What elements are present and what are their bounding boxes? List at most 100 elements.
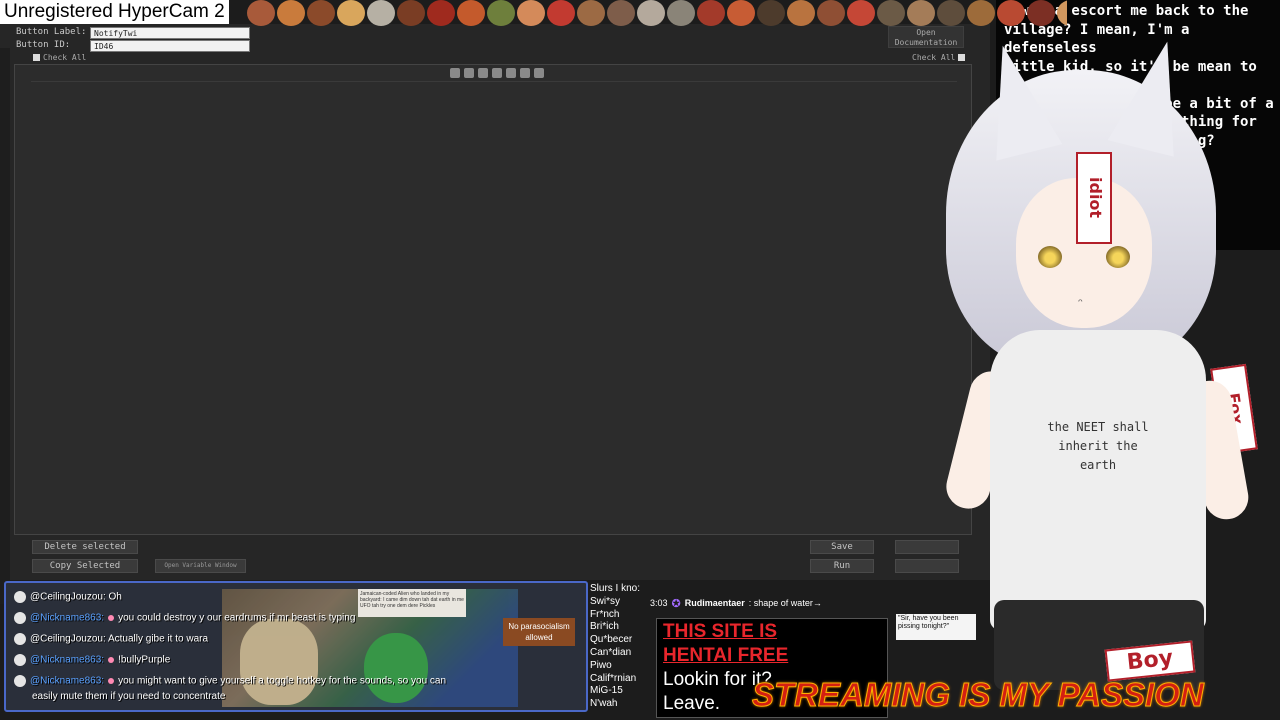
- delete-selected-button[interactable]: Delete selected: [32, 540, 138, 554]
- food-thumbnail: [727, 0, 755, 26]
- button-canvas[interactable]: [14, 64, 972, 535]
- meme-quote: "Sir, have you been pissing tonight?": [896, 614, 976, 640]
- check-all-left[interactable]: Check All: [33, 53, 86, 62]
- food-thumbnail: [847, 0, 875, 26]
- save-button[interactable]: Save: [810, 540, 874, 554]
- copy-selected-button[interactable]: Copy Selected: [32, 559, 138, 573]
- ad-line-2: HENTAI FREE: [663, 645, 789, 666]
- food-thumbnail: [1057, 0, 1067, 26]
- chat-username: @Nickname863:: [30, 654, 105, 666]
- food-thumbnail: [787, 0, 815, 26]
- food-thumbnail: [757, 0, 785, 26]
- ad-line-1: THIS SITE IS: [663, 621, 778, 642]
- food-thumbnail: [397, 0, 425, 26]
- chat-text: Actually gibe it to wara: [107, 633, 209, 645]
- food-thumbnail: [277, 0, 305, 26]
- idiot-tag: idiot: [1076, 152, 1112, 244]
- food-thumbnail: [637, 0, 665, 26]
- open-variable-window-button[interactable]: Open Variable Window: [155, 559, 246, 573]
- add-icon[interactable]: [492, 68, 502, 78]
- badge-icon: [108, 614, 115, 621]
- alert-time: 3:03: [650, 598, 668, 608]
- run-button[interactable]: Run: [810, 559, 874, 573]
- streaming-passion-banner: STREAMING IS MY PASSION: [752, 676, 1205, 714]
- chat-message: @Nickname863: !bullyPurple: [14, 654, 170, 666]
- food-thumbnail: [337, 0, 365, 26]
- slurs-list: Slurs I kno: Swi*sy Fr*nch Bri*ich Qu*be…: [590, 583, 641, 710]
- button-id-field[interactable]: ID46: [90, 40, 250, 52]
- food-thumbnail: [577, 0, 605, 26]
- chat-text: Oh: [108, 591, 122, 603]
- check-all-left-label: Check All: [43, 53, 87, 62]
- alert-text: : shape of water→: [748, 598, 822, 608]
- pin-icon[interactable]: [534, 68, 544, 78]
- check-all-left-checkbox[interactable]: [33, 54, 40, 61]
- dog-image: [240, 619, 318, 705]
- food-thumbnail: [907, 0, 935, 26]
- vtuber-shirt: the NEET shall inherit the earth: [990, 330, 1206, 630]
- badge-icon: [108, 656, 115, 663]
- canvas-toolbar: [450, 68, 544, 78]
- food-thumbnail: [697, 0, 725, 26]
- follow-alert: 3:03 ✪ Rudimaentaer : shape of water→: [650, 595, 860, 611]
- food-thumbnail: [247, 0, 275, 26]
- food-thumbnail: [427, 0, 455, 26]
- food-thumbnail: [457, 0, 485, 26]
- chat-text: you could destroy y our eardrums if mr b…: [118, 612, 356, 624]
- food-thumbnail: [547, 0, 575, 26]
- food-thumbnail: [1027, 0, 1055, 26]
- chat-text: you might want to give yourself a toggle…: [118, 675, 447, 687]
- food-thumbnail: [877, 0, 905, 26]
- avatar: [14, 612, 26, 624]
- food-thumbnail: [817, 0, 845, 26]
- macro-editor-window: Button Label: NotifyTwi Button ID: ID46 …: [0, 24, 990, 604]
- food-thumbnail: [667, 0, 695, 26]
- window-icon[interactable]: [520, 68, 530, 78]
- grid-icon[interactable]: [506, 68, 516, 78]
- avatar: [14, 675, 26, 687]
- hypercam-watermark: Unregistered HyperCam 2: [0, 0, 229, 24]
- food-thumbnail: [367, 0, 395, 26]
- alien-image: [364, 633, 428, 703]
- avatar: [14, 633, 26, 645]
- food-thumbnail: [307, 0, 335, 26]
- chat-message: @Nickname863: you might want to give your…: [14, 675, 446, 687]
- chat-message: @Nickname863: you could destroy y our ear…: [14, 612, 355, 624]
- refresh-icon[interactable]: [464, 68, 474, 78]
- chat-username: @Nickname863:: [30, 612, 105, 624]
- button-label-field[interactable]: NotifyTwi: [90, 27, 250, 39]
- pause-icon[interactable]: [450, 68, 460, 78]
- chat-overlay: Jamaican-coded Alien who landed in my ba…: [4, 581, 588, 712]
- button-id-caption: Button ID:: [16, 40, 71, 50]
- left-eye: [1038, 246, 1062, 268]
- chat-username: @CeilingJouzou:: [30, 633, 106, 645]
- food-thumbnail: [487, 0, 515, 26]
- ad-line-4: Leave.: [663, 693, 721, 714]
- no-parasocialism-badge: No parasocialism allowed: [503, 618, 575, 646]
- camera-icon[interactable]: [478, 68, 488, 78]
- chat-text: !bullyPurple: [118, 654, 171, 666]
- avatar: [14, 591, 26, 603]
- editor-left-margin: [0, 48, 10, 604]
- chat-message: @CeilingJouzou: Oh: [14, 591, 122, 603]
- canvas-grid-area: [31, 81, 957, 521]
- shirt-text: the NEET shall inherit the earth: [1047, 420, 1149, 472]
- alien-note: Jamaican-coded Alien who landed in my ba…: [358, 589, 466, 617]
- avatar: [14, 654, 26, 666]
- food-thumbnail: [997, 0, 1025, 26]
- button-label-caption: Button Label:: [16, 27, 87, 37]
- chat-username: @CeilingJouzou:: [30, 591, 106, 603]
- badge-icon: [108, 677, 115, 684]
- alert-name: Rudimaentaer: [684, 598, 745, 608]
- chat-username: @Nickname863:: [30, 675, 105, 687]
- food-thumbnail: [517, 0, 545, 26]
- chat-message-continuation: easily mute them if you need to concentr…: [32, 691, 226, 702]
- food-image-strip: [247, 0, 1067, 26]
- food-thumbnail: [607, 0, 635, 26]
- food-thumbnail: [967, 0, 995, 26]
- star-icon: ✪: [671, 597, 681, 610]
- vtuber-overlay: u wanna escort me back to the village? I…: [930, 0, 1280, 720]
- food-thumbnail: [937, 0, 965, 26]
- vtuber-mouth: ᵔ: [1078, 296, 1083, 310]
- chat-message: @CeilingJouzou: Actually gibe it to wara: [14, 633, 208, 645]
